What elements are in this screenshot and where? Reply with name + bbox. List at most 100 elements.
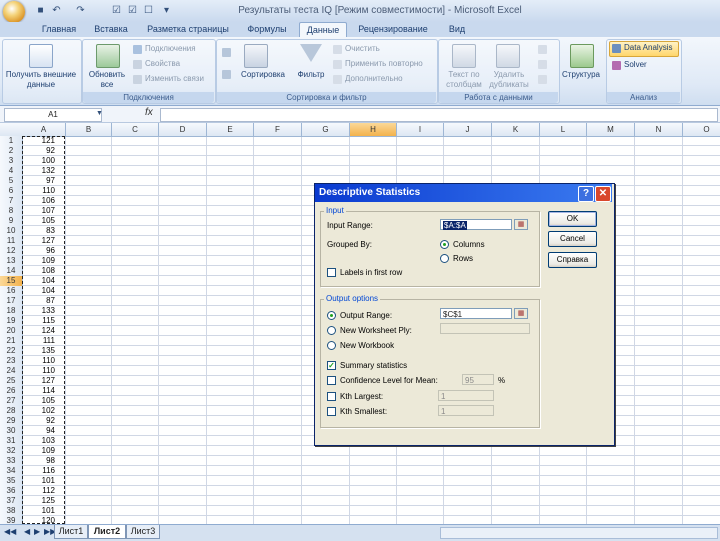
dialog-title: Descriptive Statistics <box>319 187 421 198</box>
tab-page-layout[interactable]: Разметка страницы <box>140 22 236 37</box>
properties-icon <box>133 60 142 69</box>
outline-button[interactable]: Структура <box>560 70 602 80</box>
sheet-first-icon[interactable]: ◀◀ <box>4 527 16 536</box>
ok-button[interactable]: OK <box>548 211 597 227</box>
labels-first-row-checkbox[interactable] <box>327 268 336 277</box>
office-button-icon[interactable] <box>3 1 25 23</box>
data-validation-icon[interactable] <box>538 45 547 54</box>
checkbox-icon[interactable]: ☐ <box>142 4 155 17</box>
qat-customize-icon[interactable]: ▾ <box>160 4 173 17</box>
column-header-j[interactable]: J <box>444 123 492 137</box>
tab-data[interactable]: Данные <box>299 22 347 38</box>
kth-largest-field[interactable]: 1 <box>438 390 494 401</box>
sort-button[interactable]: Сортировка <box>236 70 290 80</box>
input-range-label: Input Range: <box>327 221 373 230</box>
confidence-level-field[interactable]: 95 <box>462 374 494 385</box>
cancel-button[interactable]: Cancel <box>548 231 597 247</box>
horizontal-scrollbar[interactable] <box>440 527 718 539</box>
confidence-level-checkbox[interactable] <box>327 376 336 385</box>
column-header-k[interactable]: K <box>492 123 540 137</box>
kth-smallest-field[interactable]: 1 <box>438 405 494 416</box>
solver-icon <box>612 61 621 70</box>
formula-input[interactable] <box>160 108 718 122</box>
kth-smallest-label: Kth Smallest: <box>340 407 388 416</box>
close-icon[interactable]: ✕ <box>595 186 611 202</box>
new-worksheet-field[interactable] <box>440 323 530 334</box>
tab-formulas[interactable]: Формулы <box>242 22 292 37</box>
output-range-radio[interactable] <box>327 311 336 320</box>
column-header-l[interactable]: L <box>540 123 587 137</box>
tab-home[interactable]: Главная <box>36 22 82 37</box>
column-header-c[interactable]: C <box>112 123 159 137</box>
new-worksheet-radio[interactable] <box>327 326 336 335</box>
output-range-field[interactable]: $C$1 <box>440 308 512 319</box>
select-all-corner[interactable] <box>0 123 23 137</box>
refresh-all-button[interactable]: Обновить все <box>84 70 130 90</box>
column-header-h[interactable]: H <box>350 123 397 137</box>
output-range-collapse-icon[interactable]: ▦ <box>514 308 528 319</box>
sort-za-icon[interactable] <box>222 70 231 79</box>
output-section-label: Output options <box>324 294 381 303</box>
columns-radio[interactable] <box>440 240 449 249</box>
sort-az-icon[interactable] <box>222 48 231 57</box>
sheet-tab-2[interactable]: Лист2 <box>88 525 126 539</box>
clear-button[interactable]: Очистить <box>345 44 380 54</box>
tab-insert[interactable]: Вставка <box>88 22 134 37</box>
filter-button[interactable]: Фильтр <box>292 70 330 80</box>
fx-icon[interactable]: fx <box>145 107 153 118</box>
input-range-value: $A:$A <box>443 221 467 230</box>
labels-first-row-label: Labels in first row <box>340 268 403 277</box>
what-if-icon[interactable] <box>538 75 547 84</box>
get-external-data-button[interactable]: Получить внешние данные <box>4 70 78 90</box>
new-workbook-radio[interactable] <box>327 341 336 350</box>
kth-largest-checkbox[interactable] <box>327 392 336 401</box>
tab-review[interactable]: Рецензирование <box>352 22 434 37</box>
group-label-sort: Сортировка и фильтр <box>217 92 436 103</box>
column-header-b[interactable]: B <box>66 123 112 137</box>
column-header-a[interactable]: A <box>22 123 66 137</box>
input-section-label: Input <box>324 206 346 215</box>
connections-button[interactable]: Подключения <box>145 44 196 54</box>
edit-links-button[interactable]: Изменить связи <box>145 74 204 84</box>
consolidate-icon[interactable] <box>538 60 547 69</box>
input-range-collapse-icon[interactable]: ▦ <box>514 219 528 230</box>
checkbox-icon[interactable]: ☑ <box>126 4 139 17</box>
sheet-next-icon[interactable]: ▶ <box>34 527 40 536</box>
help-icon[interactable]: ? <box>578 186 594 202</box>
sheet-tab-3[interactable]: Лист3 <box>126 525 160 539</box>
undo-icon[interactable]: ↶ <box>50 4 63 17</box>
remove-duplicates-button[interactable]: Удалить дубликаты <box>486 70 532 90</box>
column-header-f[interactable]: F <box>254 123 302 137</box>
help-button[interactable]: Справка <box>548 252 597 268</box>
advanced-button[interactable]: Дополнительно <box>345 74 403 84</box>
text-to-columns-button[interactable]: Текст по столбцам <box>442 70 486 90</box>
column-header-d[interactable]: D <box>159 123 207 137</box>
name-box-dropdown-icon[interactable]: ▼ <box>96 110 103 117</box>
kth-smallest-checkbox[interactable] <box>327 407 336 416</box>
sheet-tab-1[interactable]: Лист1 <box>54 525 88 539</box>
data-analysis-button[interactable]: Data Analysis <box>624 43 672 53</box>
sheet-prev-icon[interactable]: ◀ <box>24 527 30 536</box>
column-header-o[interactable]: O <box>683 123 720 137</box>
column-header-n[interactable]: N <box>635 123 683 137</box>
summary-statistics-checkbox[interactable]: ✓ <box>327 361 336 370</box>
reapply-button[interactable]: Применить повторно <box>345 59 423 69</box>
kth-largest-label: Kth Largest: <box>340 392 384 401</box>
database-icon <box>29 44 53 68</box>
column-header-e[interactable]: E <box>207 123 254 137</box>
save-icon[interactable]: ■ <box>34 4 47 17</box>
tab-view[interactable]: Вид <box>440 22 474 37</box>
input-range-field[interactable]: $A:$A <box>440 219 512 230</box>
rows-radio[interactable] <box>440 254 449 263</box>
column-header-i[interactable]: I <box>397 123 444 137</box>
column-header-m[interactable]: M <box>587 123 635 137</box>
redo-icon[interactable]: ↷ <box>74 4 87 17</box>
solver-button[interactable]: Solver <box>624 60 647 70</box>
window-title: Результаты теста IQ [Режим совместимости… <box>238 5 522 16</box>
name-box[interactable]: A1 <box>4 108 102 122</box>
properties-button[interactable]: Свойства <box>145 59 180 69</box>
checkbox-icon[interactable]: ☑ <box>110 4 123 17</box>
rows-label: Rows <box>453 254 474 263</box>
column-header-g[interactable]: G <box>302 123 350 137</box>
filter-icon <box>300 44 322 62</box>
